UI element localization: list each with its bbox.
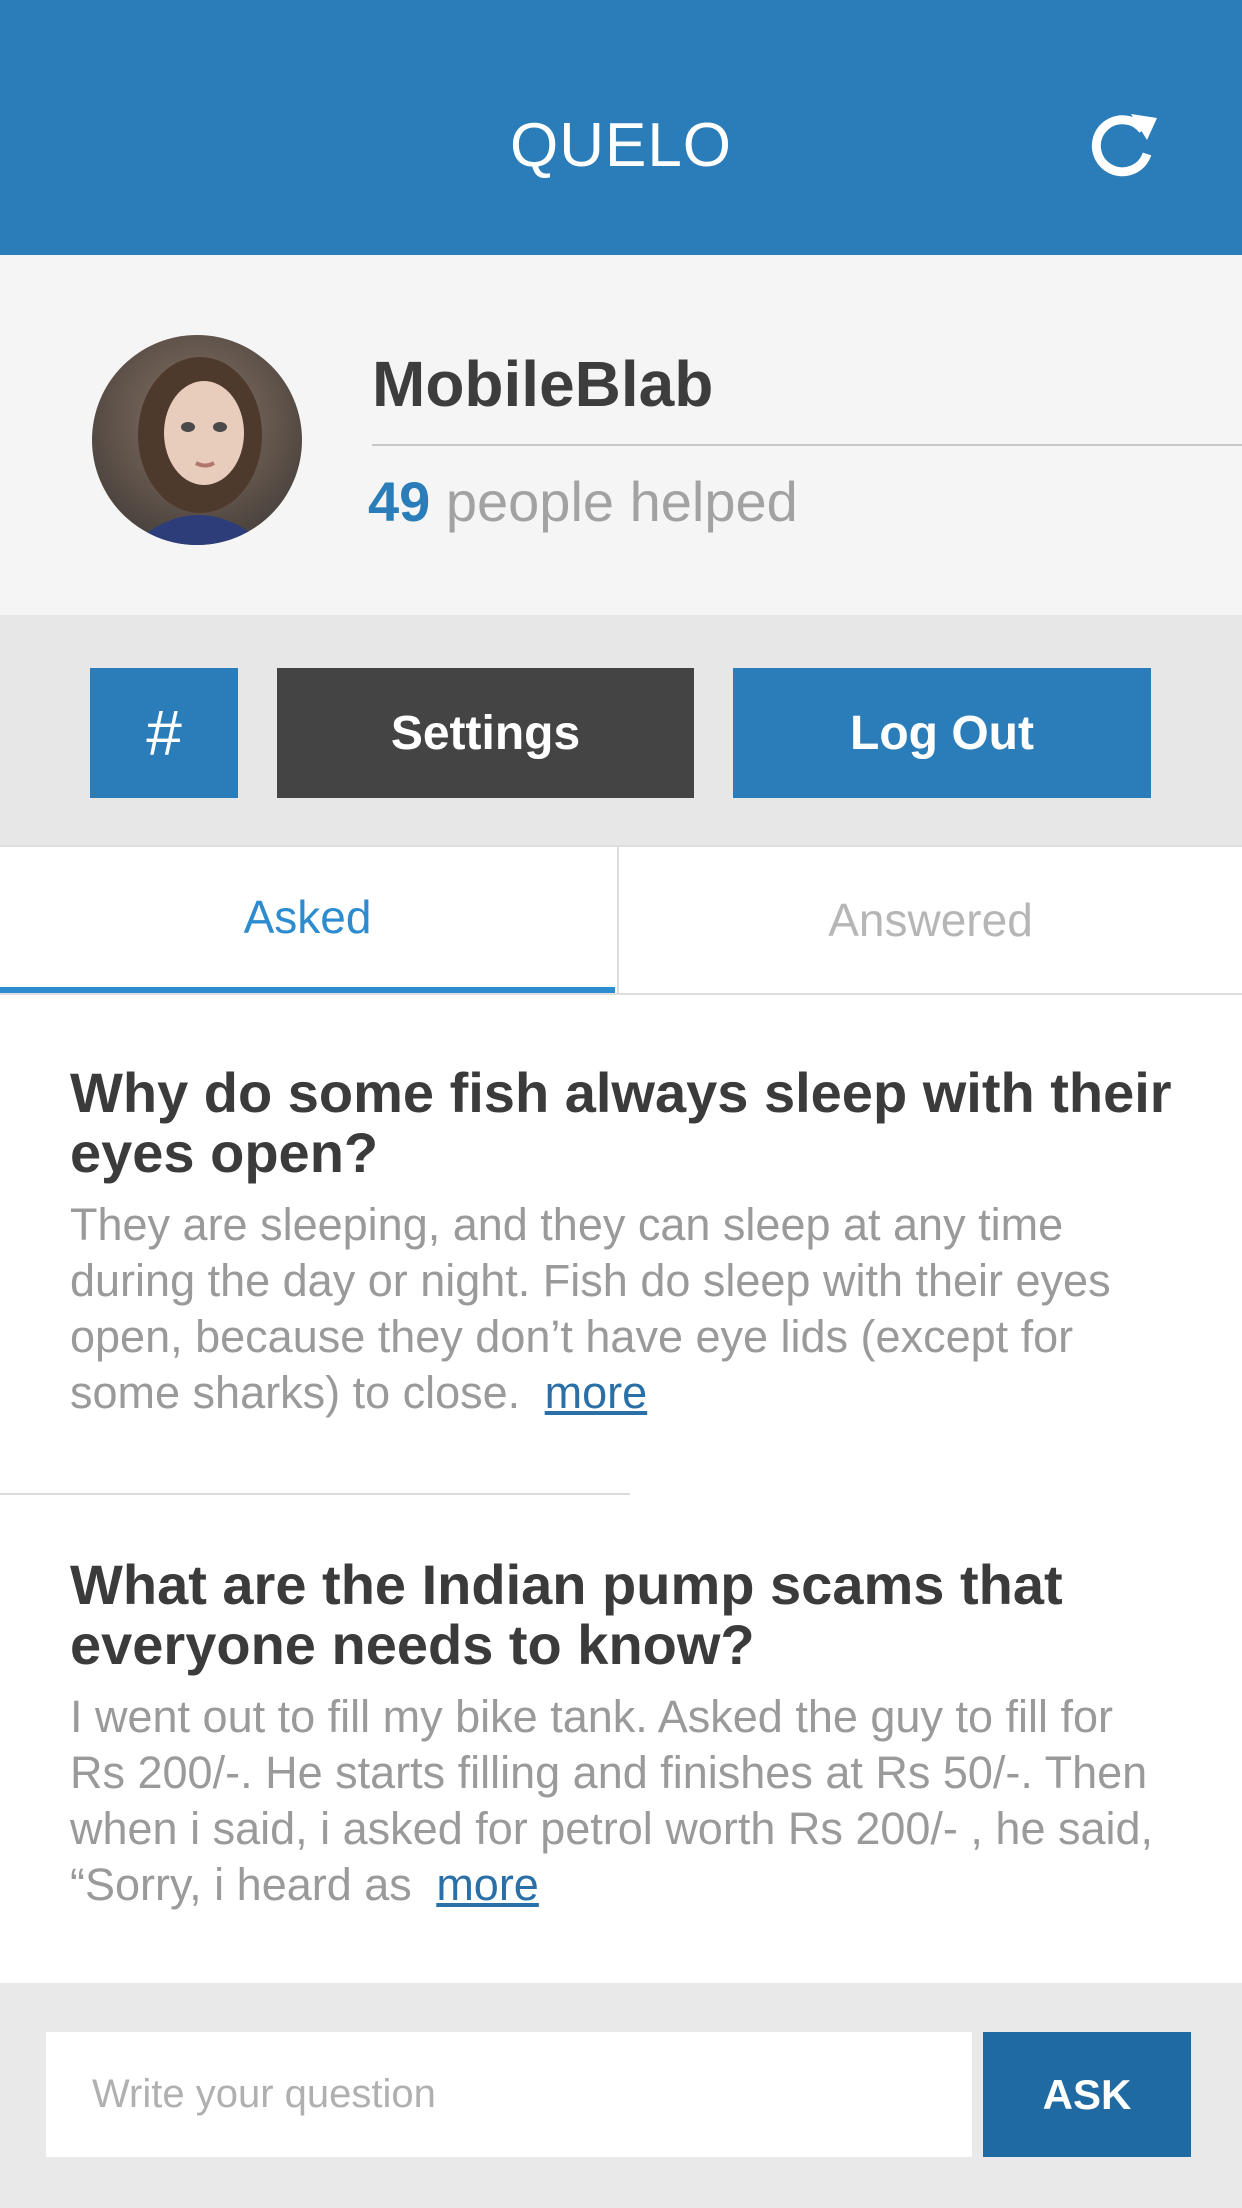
question-input[interactable] [46, 2032, 972, 2157]
question-excerpt-text: I went out to fill my bike tank. Asked t… [70, 1691, 1154, 1910]
ask-button[interactable]: ASK [983, 2032, 1191, 2157]
more-link[interactable]: more [545, 1367, 648, 1418]
settings-button[interactable]: Settings [277, 668, 694, 798]
action-bar: # Settings Log Out [0, 615, 1242, 845]
question-excerpt: I went out to fill my bike tank. Asked t… [70, 1689, 1180, 1913]
app-header: QUELO [0, 0, 1242, 255]
question-tabs: Asked Answered [0, 845, 1242, 995]
question-card[interactable]: What are the Indian pump scams that ever… [70, 1555, 1180, 1913]
more-link[interactable]: more [436, 1859, 539, 1910]
question-title[interactable]: Why do some fish always sleep with their… [70, 1063, 1180, 1183]
hashtag-button[interactable]: # [90, 668, 238, 798]
helped-count: 49 [368, 470, 431, 533]
helped-label: people helped [445, 470, 798, 533]
profile-divider [372, 444, 1242, 446]
app-title: QUELO [509, 111, 733, 180]
username: MobileBlab [372, 348, 714, 420]
question-title[interactable]: What are the Indian pump scams that ever… [70, 1555, 1180, 1675]
question-composer: ASK [0, 1983, 1242, 2208]
question-divider [0, 1493, 630, 1495]
question-excerpt: They are sleeping, and they can sleep at… [70, 1197, 1180, 1421]
profile-card: MobileBlab 49 people helped [0, 255, 1242, 615]
people-helped-stat: 49 people helped [368, 469, 798, 534]
refresh-icon[interactable] [1085, 108, 1161, 184]
tab-asked[interactable]: Asked [0, 847, 615, 993]
question-card[interactable]: Why do some fish always sleep with their… [70, 1063, 1180, 1421]
tab-answered[interactable]: Answered [617, 847, 1242, 993]
logout-button[interactable]: Log Out [733, 668, 1151, 798]
hashtag-icon: # [146, 697, 182, 769]
user-avatar[interactable] [92, 335, 302, 545]
